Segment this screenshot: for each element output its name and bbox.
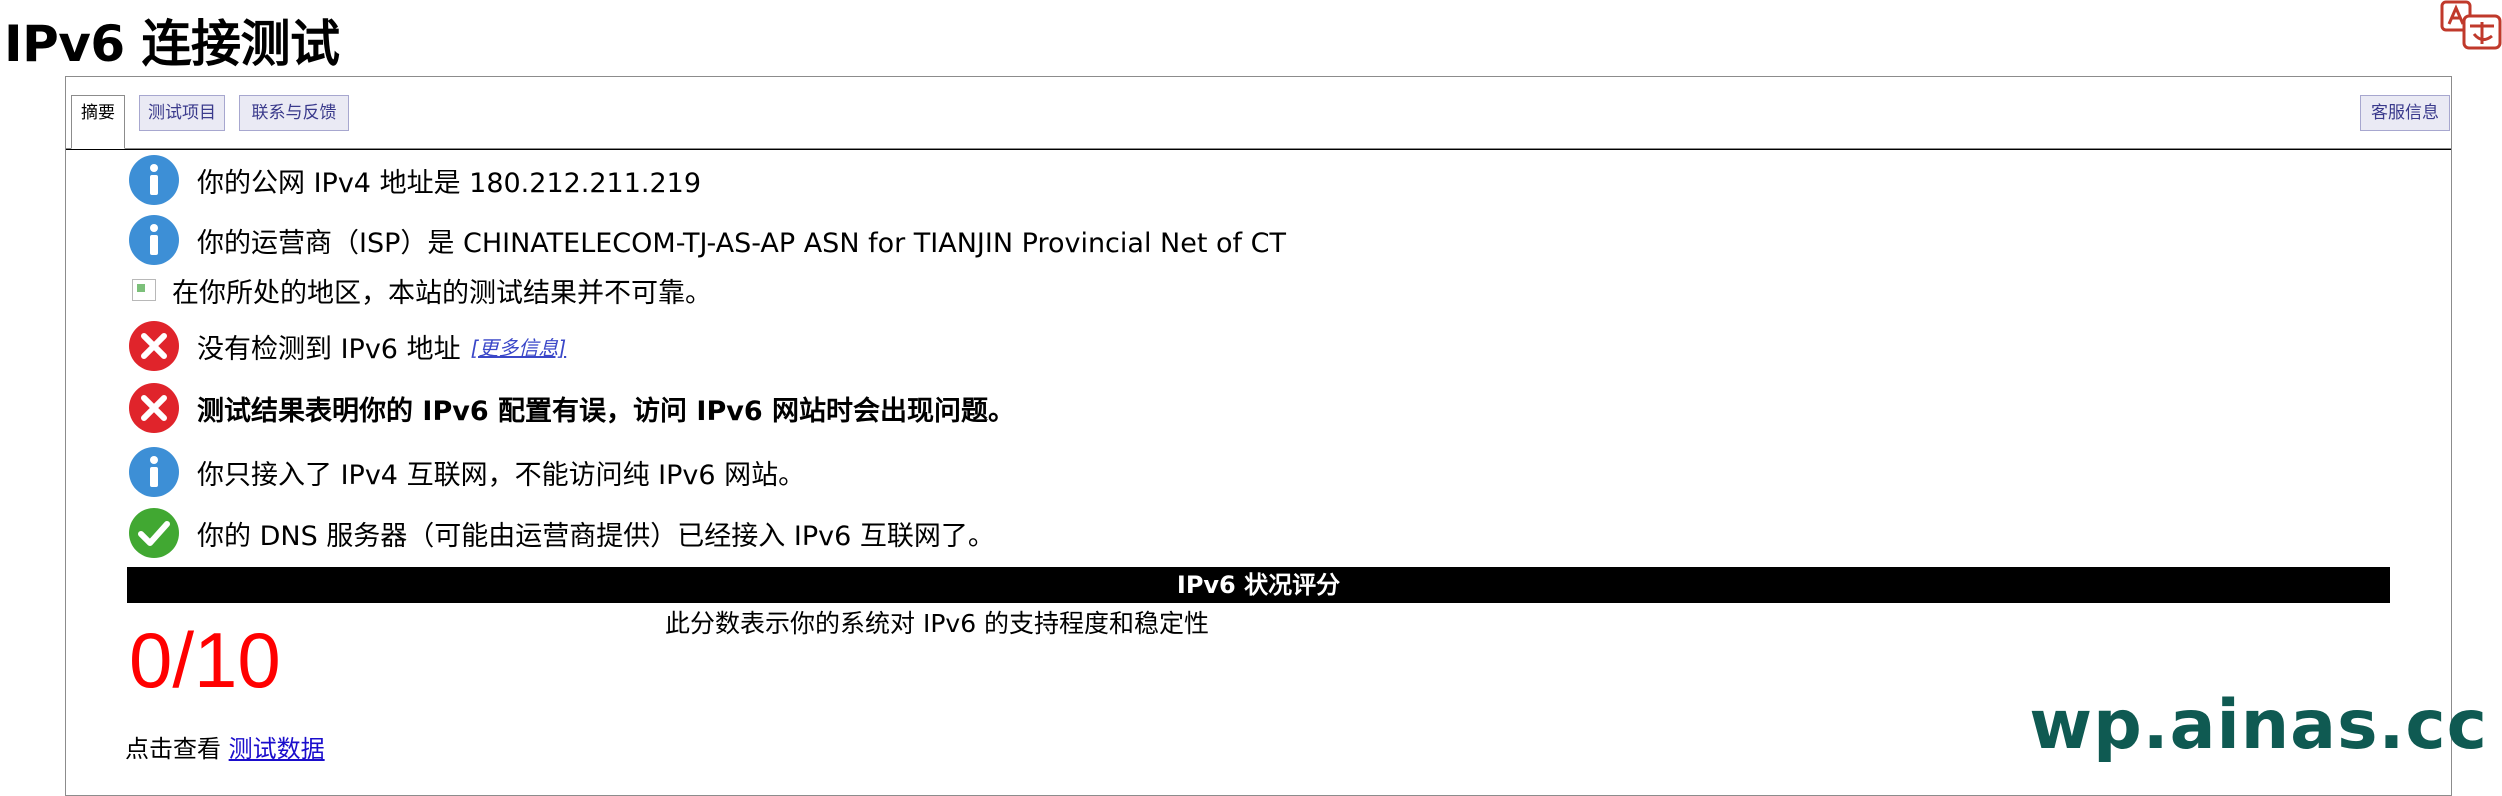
watermark: wp.ainas.cc (2029, 686, 2488, 765)
score-value: 0/10 (129, 616, 281, 704)
tab-summary[interactable]: 摘要 (71, 95, 125, 149)
result-isp: 你的运营商（ISP）是 CHINATELECOM-TJ-AS-AP ASN fo… (128, 212, 1286, 268)
broken-image-icon (132, 279, 156, 301)
error-icon (129, 383, 179, 433)
result-text: 你的 DNS 服务器（可能由运营商提供）已经接入 IPv6 互联网了。 (197, 520, 995, 552)
check-icon (129, 508, 179, 558)
tab-contact-feedback[interactable]: 联系与反馈 (239, 95, 349, 131)
info-icon (129, 447, 179, 497)
result-text: 你的运营商（ISP）是 CHINATELECOM-TJ-AS-AP ASN fo… (197, 227, 1286, 259)
error-icon (129, 321, 179, 371)
result-dns-ok: 你的 DNS 服务器（可能由运营商提供）已经接入 IPv6 互联网了。 (128, 505, 995, 561)
content-divider (66, 149, 2451, 150)
score-description: 此分数表示你的系统对 IPv6 的支持程度和稳定性 (665, 609, 1210, 638)
result-text: 没有检测到 IPv6 地址 (197, 333, 461, 365)
score-header: IPv6 状况评分 (127, 567, 2390, 603)
view-data-prefix: 点击查看 (125, 735, 221, 763)
result-ipv4-only: 你只接入了 IPv4 互联网，不能访问纯 IPv6 网站。 (128, 444, 805, 500)
info-icon (129, 215, 179, 265)
result-no-ipv6: 没有检测到 IPv6 地址 [更多信息] (128, 318, 566, 374)
result-config-error: 测试结果表明你的 IPv6 配置有误，访问 IPv6 网站时会出现问题。 (128, 380, 1015, 436)
info-icon (129, 155, 179, 205)
view-data-line: 点击查看 测试数据 (125, 729, 325, 764)
result-region-warning: 在你所处的地区，本站的测试结果并不可靠。 (130, 270, 712, 310)
translate-icon[interactable] (2440, 0, 2502, 50)
tab-customer-service[interactable]: 客服信息 (2360, 95, 2450, 131)
result-ipv4: 你的公网 IPv4 地址是 180.212.211.219 (128, 152, 701, 208)
tab-bar: 摘要 测试项目 联系与反馈 客服信息 (66, 77, 2451, 149)
result-text: 在你所处的地区，本站的测试结果并不可靠。 (172, 277, 712, 309)
tab-test-items[interactable]: 测试项目 (139, 95, 225, 131)
more-info-link[interactable]: [更多信息] (471, 332, 567, 361)
result-text: 测试结果表明你的 IPv6 配置有误，访问 IPv6 网站时会出现问题。 (197, 395, 1016, 427)
result-text: 你只接入了 IPv4 互联网，不能访问纯 IPv6 网站。 (197, 459, 806, 491)
page-title: IPv6 连接测试 (4, 15, 340, 73)
test-data-link[interactable]: 测试数据 (229, 735, 325, 763)
result-text: 你的公网 IPv4 地址是 180.212.211.219 (197, 167, 702, 199)
